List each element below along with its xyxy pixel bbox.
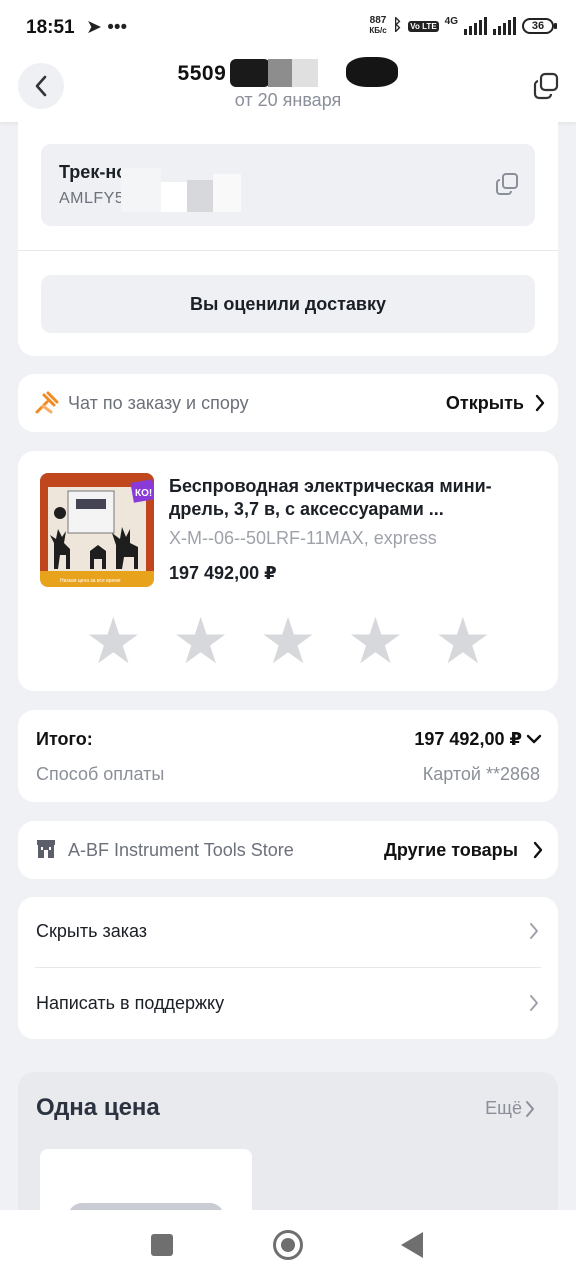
- star-icon-5[interactable]: ★: [434, 609, 491, 673]
- redaction-mask: [268, 59, 292, 87]
- store-row[interactable]: A-BF Instrument Tools Store Другие товар…: [18, 821, 558, 879]
- signal-icon-2: [493, 17, 516, 35]
- star-icon-2[interactable]: ★: [172, 609, 229, 673]
- copy-order-button[interactable]: [532, 72, 560, 105]
- tracking-box[interactable]: Трек-номер AMLFY5Q: [41, 144, 535, 226]
- hide-order-label: Скрыть заказ: [36, 921, 148, 941]
- store-name[interactable]: A-BF Instrument Tools Store: [68, 840, 294, 861]
- divider: [18, 250, 558, 251]
- chevron-right-icon: [524, 1100, 536, 1123]
- redaction-mask: [230, 59, 270, 87]
- volte-icon: Vo LTE: [408, 20, 439, 32]
- chevron-right-icon: [528, 922, 540, 945]
- signal-icon: [464, 17, 487, 35]
- order-chat-row[interactable]: Чат по заказу и спору Открыть: [18, 374, 558, 432]
- rate-delivery-button[interactable]: Вы оценили доставку: [41, 275, 535, 333]
- copy-icon: [496, 173, 518, 195]
- redaction-mask: [121, 168, 161, 212]
- star-icon-1[interactable]: ★: [85, 609, 142, 673]
- dispute-icon: [34, 390, 60, 421]
- total-label: Итого:: [36, 729, 93, 749]
- product-variant: X-M--06--50LRF-11MAX, express: [169, 528, 437, 548]
- network-speed: 887 КБ/с: [369, 15, 387, 36]
- redaction-mask: [187, 180, 213, 212]
- status-right: 887 КБ/с ᛒ Vo LTE 4G 36: [369, 15, 557, 36]
- chevron-right-icon: [532, 841, 544, 864]
- status-bar: 18:51 ➤ ••• 887 КБ/с ᛒ Vo LTE 4G 36: [0, 0, 576, 56]
- order-actions-card: Скрыть заказ Написать в поддержку: [18, 897, 558, 1039]
- network-4g: 4G: [444, 16, 458, 27]
- redaction-mask: [213, 174, 241, 212]
- other-products-link[interactable]: Другие товары: [384, 840, 518, 861]
- home-button[interactable]: [273, 1230, 303, 1260]
- image-caption: Низкая цена за все время: [60, 578, 121, 584]
- order-header: 55096 от 20 января: [0, 56, 576, 122]
- contact-support-label: Написать в поддержку: [36, 993, 225, 1013]
- chat-label: Чат по заказу и спору: [68, 393, 249, 413]
- product-title[interactable]: Беспроводная электрическая мини-дрель, 3…: [169, 475, 539, 521]
- chevron-right-icon: [528, 994, 540, 1017]
- see-more-link[interactable]: Ещё: [485, 1098, 522, 1119]
- tracking-card: Трек-номер AMLFY5Q Вы оценили доставку: [18, 122, 558, 356]
- chevron-down-icon[interactable]: [526, 732, 542, 750]
- system-nav-bar: [0, 1210, 576, 1280]
- image-badge: КО!: [135, 488, 152, 499]
- order-date: от 20 января: [234, 90, 342, 110]
- notification-icons: ➤ •••: [86, 17, 128, 38]
- store-icon: [36, 838, 56, 865]
- contact-support-row[interactable]: Написать в поддержку: [18, 969, 558, 1039]
- product-image-graphic: КО! Низкая цена за все время: [40, 473, 154, 587]
- status-time: 18:51: [26, 17, 75, 38]
- product-image[interactable]: КО! Низкая цена за все время: [40, 473, 154, 587]
- divider: [35, 967, 541, 968]
- redaction-mask: [161, 182, 187, 212]
- open-chat-link[interactable]: Открыть: [446, 393, 524, 414]
- star-icon-3[interactable]: ★: [259, 609, 316, 673]
- chevron-right-icon: [534, 394, 546, 417]
- rating-stars: ★ ★ ★ ★ ★: [18, 609, 558, 673]
- product-card: КО! Низкая цена за все время Беспроводна…: [18, 451, 558, 691]
- payment-value: Картой **2868: [422, 764, 540, 784]
- totals-card[interactable]: Итого: 197 492,00 ₽ Способ оплаты Картой…: [18, 710, 558, 802]
- bluetooth-icon: ᛒ: [392, 17, 403, 34]
- battery-icon: 36: [522, 18, 557, 34]
- total-value: 197 492,00 ₽: [414, 729, 522, 749]
- system-back-button[interactable]: [401, 1232, 423, 1258]
- recent-apps-button[interactable]: [151, 1234, 173, 1256]
- star-icon-4[interactable]: ★: [347, 609, 404, 673]
- payment-label: Способ оплаты: [36, 764, 165, 784]
- redaction-mask: [346, 57, 398, 87]
- hide-order-row[interactable]: Скрыть заказ: [18, 897, 558, 967]
- copy-icon: [533, 72, 559, 100]
- recommendations-title: Одна цена: [36, 1094, 160, 1121]
- product-price: 197 492,00 ₽: [169, 563, 277, 583]
- copy-tracking-button[interactable]: [495, 172, 519, 201]
- redaction-mask: [292, 59, 318, 87]
